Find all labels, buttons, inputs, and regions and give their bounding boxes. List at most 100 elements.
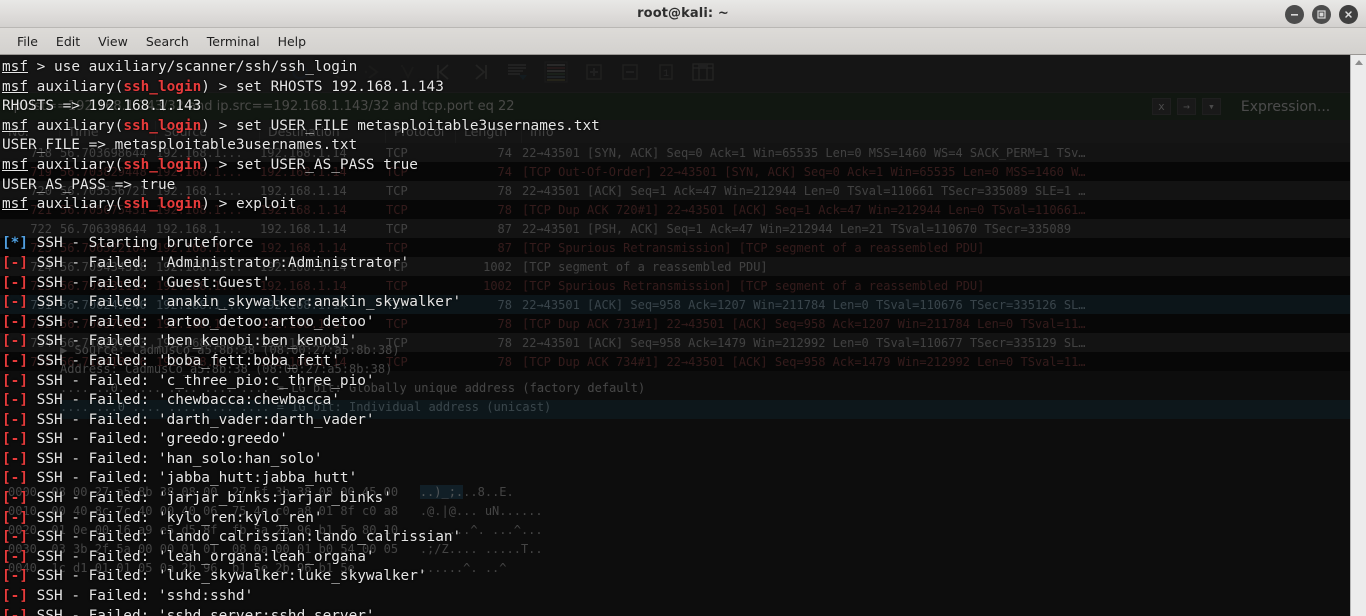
status-badge-failed: [-] bbox=[2, 548, 28, 565]
terminal-line: [-] SSH - Failed: 'Guest:Guest' bbox=[2, 274, 1350, 294]
terminal-line: [-] SSH - Failed: 'greedo:greedo' bbox=[2, 430, 1350, 450]
terminal-line: [-] SSH - Failed: 'c_three_pio:c_three_p… bbox=[2, 372, 1350, 392]
status-badge-failed: [-] bbox=[2, 568, 28, 585]
terminal-line: [-] SSH - Failed: 'jabba_hutt:jabba_hutt… bbox=[2, 469, 1350, 489]
maximize-button[interactable] bbox=[1312, 4, 1331, 24]
terminal-text: auxiliary( bbox=[28, 156, 124, 173]
terminal-line: [*] SSH - Starting bruteforce bbox=[2, 234, 1350, 254]
terminal-line: RHOSTS => 192.168.1.143 bbox=[2, 97, 1350, 117]
menu-item-edit[interactable]: Edit bbox=[47, 31, 89, 52]
status-badge-failed: [-] bbox=[2, 372, 28, 389]
menu-item-help[interactable]: Help bbox=[269, 31, 316, 52]
status-badge-failed: [-] bbox=[2, 450, 28, 467]
status-badge-failed: [-] bbox=[2, 588, 28, 605]
terminal-text: ) > set USER_FILE metasploitable3usernam… bbox=[201, 117, 600, 134]
terminal-text: SSH - Failed: 'lando_calrissian:lando_ca… bbox=[28, 529, 462, 546]
terminal-text: SSH - Failed: 'darth_vader:darth_vader' bbox=[28, 411, 375, 428]
status-badge-failed: [-] bbox=[2, 294, 28, 311]
prompt-msf: msf bbox=[2, 78, 28, 95]
terminal-line: [-] SSH - Failed: 'lando_calrissian:land… bbox=[2, 528, 1350, 548]
terminal-text: SSH - Failed: 'greedo:greedo' bbox=[28, 431, 288, 448]
terminal-line: [-] SSH - Failed: 'Administrator:Adminis… bbox=[2, 254, 1350, 274]
terminal-text: SSH - Failed: 'chewbacca:chewbacca' bbox=[28, 392, 340, 409]
terminal-text: auxiliary( bbox=[28, 78, 124, 95]
status-badge-failed: [-] bbox=[2, 470, 28, 487]
terminal-scrollbar[interactable] bbox=[1350, 55, 1366, 616]
status-badge-failed: [-] bbox=[2, 352, 28, 369]
terminal-text: SSH - Failed: 'sshd:sshd' bbox=[28, 588, 254, 605]
status-badge-failed: [-] bbox=[2, 411, 28, 428]
terminal-text: SSH - Starting bruteforce bbox=[28, 235, 254, 252]
window-title: root@kali: ~ bbox=[637, 6, 729, 21]
terminal-line: msf auxiliary(ssh_login) > set USER_AS_P… bbox=[2, 156, 1350, 176]
terminal-line: [-] SSH - Failed: 'chewbacca:chewbacca' bbox=[2, 391, 1350, 411]
module-name: ssh_login bbox=[123, 117, 202, 134]
terminal-line: [-] SSH - Failed: 'leah_organa:leah_orga… bbox=[2, 548, 1350, 568]
terminal-line: [-] SSH - Failed: 'jarjar_binks:jarjar_b… bbox=[2, 489, 1350, 509]
status-badge-failed: [-] bbox=[2, 431, 28, 448]
titlebar: root@kali: ~ bbox=[0, 0, 1366, 28]
terminal-text: SSH - Failed: 'han_solo:han_solo' bbox=[28, 450, 323, 467]
terminal-text: SSH - Failed: 'jarjar_binks:jarjar_binks… bbox=[28, 490, 392, 507]
terminal-line: [-] SSH - Failed: 'kylo_ren:kylo_ren' bbox=[2, 509, 1350, 529]
menu-item-search[interactable]: Search bbox=[137, 31, 198, 52]
minimize-icon bbox=[1289, 9, 1300, 20]
terminal-text: RHOSTS => 192.168.1.143 bbox=[2, 98, 202, 115]
status-badge-failed: [-] bbox=[2, 607, 28, 616]
terminal-output[interactable]: msf > use auxiliary/scanner/ssh/ssh_logi… bbox=[0, 55, 1350, 616]
terminal-line: USER_FILE => metasploitable3usernames.tx… bbox=[2, 136, 1350, 156]
status-badge-failed: [-] bbox=[2, 333, 28, 350]
terminal-text: auxiliary( bbox=[28, 196, 124, 213]
status-badge-failed: [-] bbox=[2, 490, 28, 507]
terminal-text: auxiliary( bbox=[28, 117, 124, 134]
module-name: ssh_login bbox=[123, 78, 202, 95]
menu-item-terminal[interactable]: Terminal bbox=[198, 31, 269, 52]
module-name: ssh_login bbox=[123, 156, 202, 173]
terminal-text: SSH - Failed: 'jabba_hutt:jabba_hutt' bbox=[28, 470, 358, 487]
status-badge-failed: [-] bbox=[2, 509, 28, 526]
prompt-msf: msf bbox=[2, 156, 28, 173]
terminal-text: SSH - Failed: 'Guest:Guest' bbox=[28, 274, 271, 291]
terminal-line: USER_AS_PASS => true bbox=[2, 176, 1350, 196]
terminal-text: SSH - Failed: 'leah_organa:leah_organa' bbox=[28, 548, 375, 565]
terminal-text: USER_AS_PASS => true bbox=[2, 176, 176, 193]
terminal-text: SSH - Failed: 'anakin_skywalker:anakin_s… bbox=[28, 294, 462, 311]
scroll-up-arrow-icon[interactable] bbox=[1351, 55, 1366, 69]
terminal-line: [-] SSH - Failed: 'anakin_skywalker:anak… bbox=[2, 293, 1350, 313]
maximize-icon bbox=[1316, 9, 1327, 20]
close-button[interactable] bbox=[1339, 4, 1358, 24]
menu-item-view[interactable]: View bbox=[89, 31, 137, 52]
terminal-text: SSH - Failed: 'sshd_server:sshd_server' bbox=[28, 607, 375, 616]
menubar: File Edit View Search Terminal Help bbox=[0, 28, 1366, 55]
terminal-line: [-] SSH - Failed: 'darth_vader:darth_vad… bbox=[2, 411, 1350, 431]
terminal-text: SSH - Failed: 'c_three_pio:c_three_pio' bbox=[28, 372, 375, 389]
terminal-line: [-] SSH - Failed: 'sshd_server:sshd_serv… bbox=[2, 607, 1350, 616]
status-badge-failed: [-] bbox=[2, 254, 28, 271]
terminal-text: SSH - Failed: 'ben_kenobi:ben_kenobi' bbox=[28, 333, 358, 350]
terminal-text: SSH - Failed: 'artoo_detoo:artoo_detoo' bbox=[28, 313, 375, 330]
terminal-text: SSH - Failed: 'kylo_ren:kylo_ren' bbox=[28, 509, 323, 526]
status-badge-failed: [-] bbox=[2, 274, 28, 291]
terminal-text: SSH - Failed: 'luke_skywalker:luke_skywa… bbox=[28, 568, 427, 585]
window-controls bbox=[1285, 0, 1358, 28]
prompt-msf: msf bbox=[2, 59, 28, 75]
prompt-msf: msf bbox=[2, 196, 28, 213]
menu-item-file[interactable]: File bbox=[8, 31, 47, 52]
terminal-line: msf auxiliary(ssh_login) > set RHOSTS 19… bbox=[2, 78, 1350, 98]
terminal-text: > use auxiliary/scanner/ssh/ssh_login bbox=[28, 59, 358, 75]
terminal-text: USER_FILE => metasploitable3usernames.tx… bbox=[2, 137, 358, 154]
module-name: ssh_login bbox=[123, 196, 202, 213]
terminal-line: [-] SSH - Failed: 'sshd:sshd' bbox=[2, 587, 1350, 607]
status-badge-failed: [-] bbox=[2, 392, 28, 409]
terminal-line: [-] SSH - Failed: 'ben_kenobi:ben_kenobi… bbox=[2, 332, 1350, 352]
status-badge-failed: [-] bbox=[2, 313, 28, 330]
terminal-text: ) > set RHOSTS 192.168.1.143 bbox=[201, 78, 444, 95]
terminal-text: SSH - Failed: 'boba_fett:boba_fett' bbox=[28, 352, 340, 369]
status-badge-failed: [-] bbox=[2, 529, 28, 546]
terminal-window: root@kali: ~ File Edit View Search Termi… bbox=[0, 0, 1366, 616]
minimize-button[interactable] bbox=[1285, 4, 1304, 24]
close-icon bbox=[1343, 9, 1354, 20]
terminal-line: [-] SSH - Failed: 'artoo_detoo:artoo_det… bbox=[2, 313, 1350, 333]
terminal-surface[interactable]: 1 ip.dst==192.168.1.143/32 and ip.src==1… bbox=[0, 55, 1366, 616]
terminal-line: [-] SSH - Failed: 'luke_skywalker:luke_s… bbox=[2, 567, 1350, 587]
